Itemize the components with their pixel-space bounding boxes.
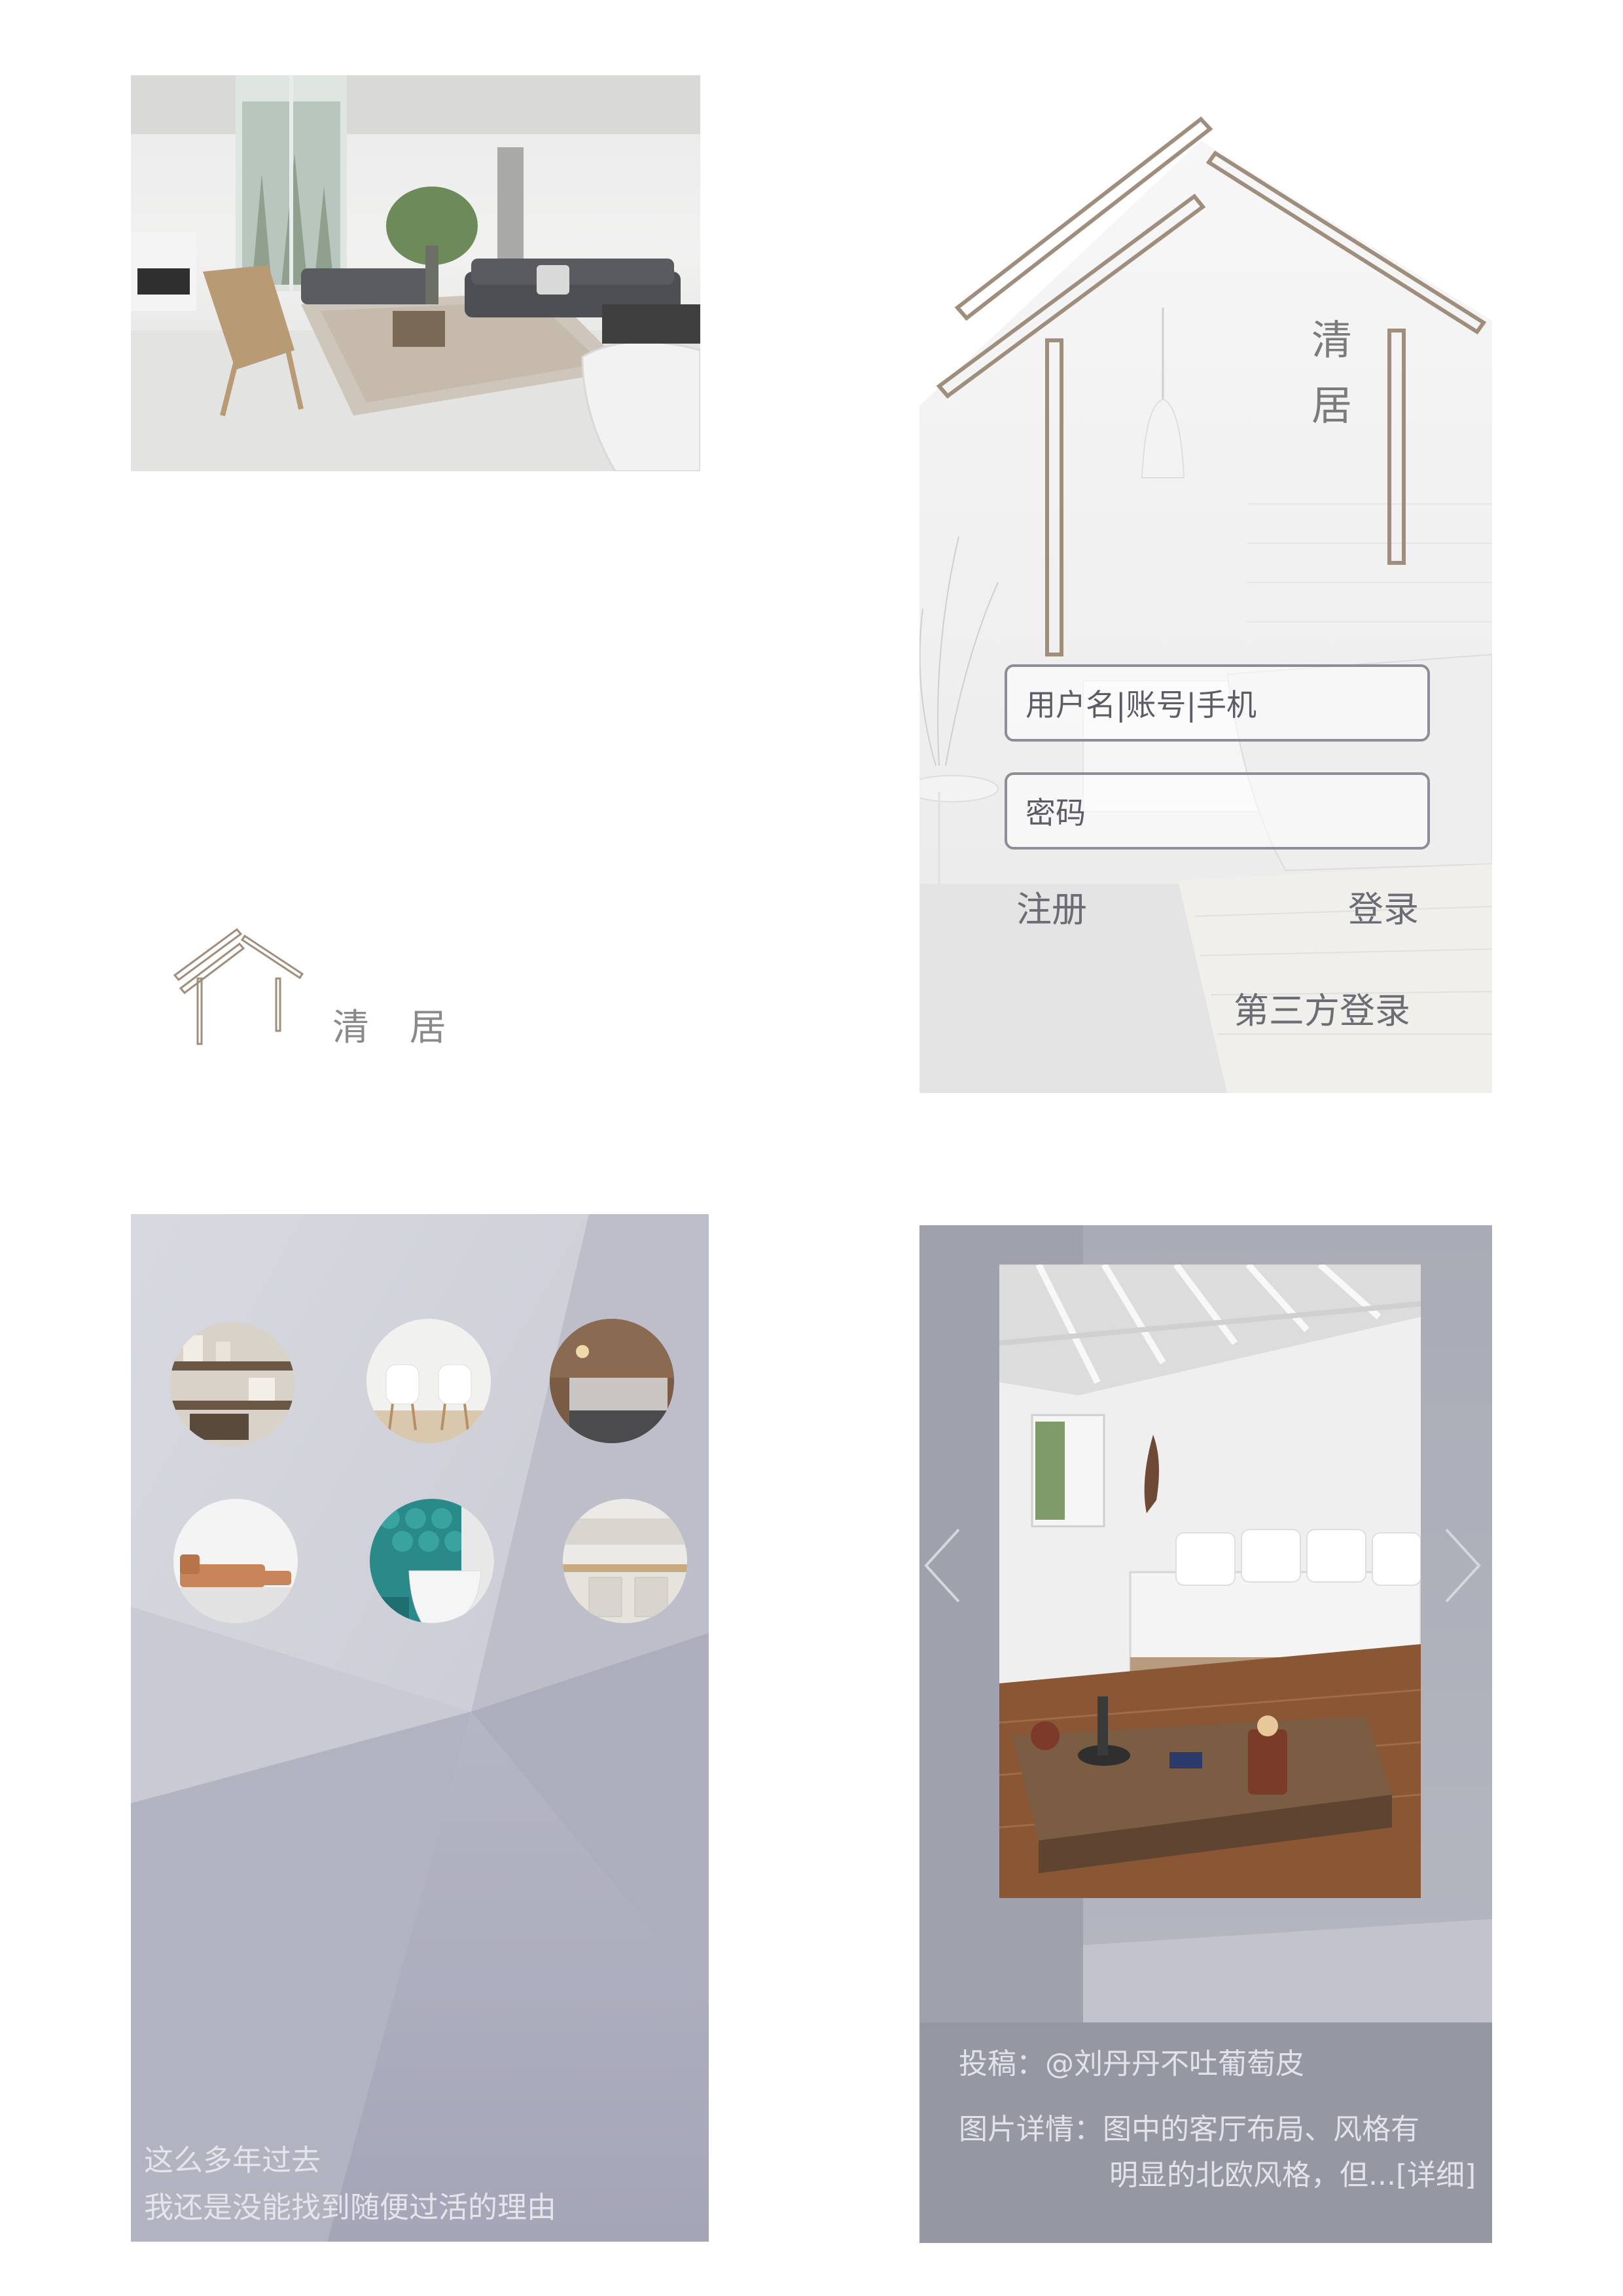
login-title-char-1: 清 bbox=[1311, 316, 1352, 364]
detail-photo[interactable] bbox=[999, 1265, 1421, 1898]
living-room-photo bbox=[131, 75, 700, 471]
sofa-photo-icon bbox=[173, 1499, 298, 1623]
bedroom-background bbox=[919, 116, 1492, 1093]
quote-line-2: 我还是没能找到随便过活的理由 bbox=[144, 2190, 557, 2225]
chevron-right-icon[interactable] bbox=[1443, 1526, 1482, 1605]
bedroom-photo-icon bbox=[550, 1319, 674, 1443]
category-quote: 这么多年过去 我还是没能找到随便过活的理由 bbox=[144, 2137, 556, 2231]
category-bathroom-circle[interactable] bbox=[370, 1499, 494, 1623]
login-title-char-2: 居 bbox=[1311, 382, 1352, 429]
category-screen: 这么多年过去 我还是没能找到随便过活的理由 bbox=[131, 1214, 709, 2242]
category-shelf-circle[interactable] bbox=[170, 1322, 294, 1446]
dining-photo-icon bbox=[366, 1319, 491, 1443]
contributor-label[interactable]: 投稿：@刘丹丹不吐葡萄皮 bbox=[959, 2040, 1304, 2082]
password-input[interactable]: 密码 bbox=[1005, 772, 1430, 850]
bathroom-photo-icon bbox=[370, 1499, 494, 1623]
living-room-illustration bbox=[131, 75, 700, 471]
login-button[interactable]: 登录 bbox=[1348, 880, 1419, 932]
register-button[interactable]: 注册 bbox=[1016, 880, 1087, 932]
category-dining-circle[interactable] bbox=[366, 1319, 491, 1443]
login-brand-title: 清 居 bbox=[1306, 308, 1358, 439]
category-bedroom-circle[interactable] bbox=[550, 1319, 674, 1443]
username-placeholder: 用户名|账号|手机 bbox=[1026, 687, 1257, 723]
house-logo-icon bbox=[173, 927, 304, 1045]
kitchen-photo-icon bbox=[563, 1499, 687, 1623]
category-sofa-circle[interactable] bbox=[173, 1499, 298, 1623]
chevron-left-icon[interactable] bbox=[923, 1526, 962, 1605]
third-party-login-button[interactable]: 第三方登录 bbox=[1234, 982, 1410, 1033]
living-room-detail-illustration bbox=[999, 1265, 1421, 1898]
shelf-photo-icon bbox=[170, 1322, 294, 1446]
password-placeholder: 密码 bbox=[1026, 795, 1086, 831]
description-line-2[interactable]: 明显的北欧风格，但...[详细] bbox=[1109, 2151, 1476, 2193]
login-screen: 清 居 用户名|账号|手机 密码 注册 登录 第三方登录 bbox=[919, 111, 1492, 1093]
detail-screen: 投稿：@刘丹丹不吐葡萄皮 图片详情：图中的客厅布局、风格有 明显的北欧风格，但.… bbox=[919, 1225, 1492, 2243]
splash-brand-title: 清 居 bbox=[332, 1007, 461, 1049]
description-line-1: 图片详情：图中的客厅布局、风格有 bbox=[959, 2113, 1419, 2146]
category-kitchen-circle[interactable] bbox=[563, 1499, 687, 1623]
username-input[interactable]: 用户名|账号|手机 bbox=[1005, 664, 1430, 742]
quote-line-1: 这么多年过去 bbox=[144, 2143, 321, 2178]
